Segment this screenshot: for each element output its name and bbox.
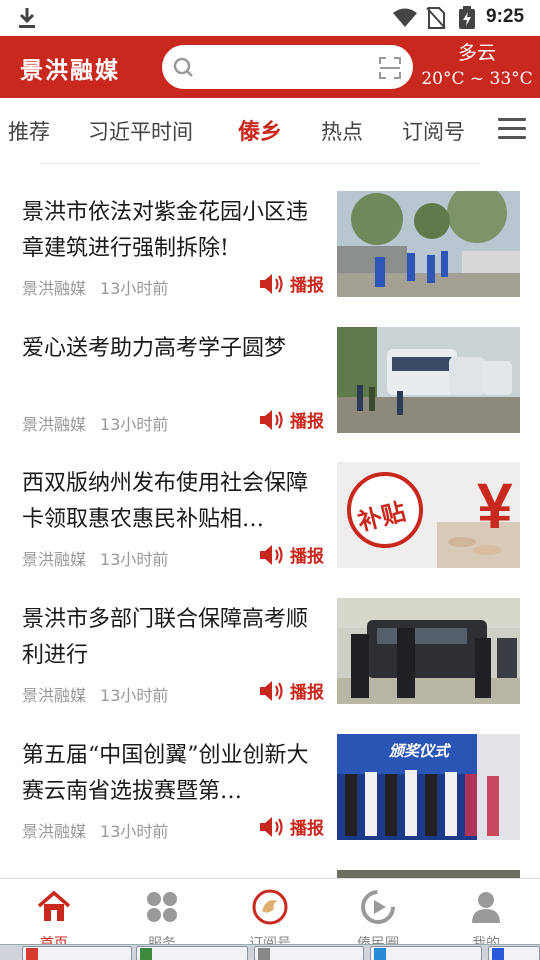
bottom-nav: 首页 服务 订阅号 傣民圈 我的 [0, 878, 540, 952]
speaker-icon [260, 816, 283, 837]
news-time: 13小时前 [100, 822, 169, 841]
download-icon [19, 8, 35, 28]
hamburger-menu-icon[interactable] [498, 118, 526, 140]
news-meta: 景洪融媒 13小时前 [22, 818, 168, 842]
taskbar-item[interactable] [22, 946, 132, 960]
news-time: 13小时前 [100, 550, 169, 569]
broadcast-button[interactable]: 播报 [258, 678, 324, 703]
user-icon [472, 892, 500, 923]
app-logo: 景洪融媒 [20, 58, 120, 84]
news-item-partial[interactable] [337, 870, 520, 878]
news-source: 景洪融媒 [22, 686, 87, 705]
broadcast-label: 播报 [290, 412, 324, 432]
news-source: 景洪融媒 [22, 279, 87, 298]
news-meta: 景洪融媒 13小时前 [22, 275, 168, 299]
news-title[interactable]: 第五届“中国创翼”创业创新大赛云南省选拔赛暨第… [22, 738, 328, 810]
tab-recommend[interactable]: 推荐 [8, 116, 50, 146]
news-thumbnail[interactable] [337, 598, 520, 704]
news-time: 13小时前 [100, 279, 169, 298]
news-source: 景洪融媒 [22, 415, 87, 434]
broadcast-button[interactable]: 播报 [258, 542, 324, 567]
services-icon [147, 892, 177, 922]
news-item[interactable]: 景洪市多部门联合保障高考顺利进行 景洪融媒 13小时前 播报 [0, 598, 540, 734]
news-title[interactable]: 爱心送考助力高考学子圆梦 [22, 331, 328, 367]
divider [40, 163, 480, 164]
broadcast-label: 播报 [290, 547, 324, 567]
speaker-icon [260, 680, 283, 701]
tab-daixiang[interactable]: 傣乡 [238, 114, 282, 146]
speaker-icon [260, 544, 283, 565]
speaker-icon [260, 409, 283, 430]
taskbar-item[interactable] [254, 946, 364, 960]
scan-icon[interactable] [378, 56, 402, 80]
news-thumbnail[interactable]: ¥ 补贴 [337, 462, 520, 568]
battery-charging-icon [459, 6, 475, 29]
nav-services[interactable]: 服务 [108, 879, 216, 952]
nav-home[interactable]: 首页 [0, 879, 108, 952]
news-thumbnail[interactable] [337, 191, 520, 297]
subscription-icon [252, 889, 288, 925]
news-title[interactable]: 景洪市多部门联合保障高考顺利进行 [22, 602, 328, 674]
award-ceremony-text: 颁奖仪式 [389, 742, 450, 760]
svg-text:¥: ¥ [477, 470, 513, 542]
circle-play-icon [361, 890, 395, 924]
news-source: 景洪融媒 [22, 822, 87, 841]
weather-temperature: 20°C ~ 33°C [421, 69, 533, 89]
news-item[interactable]: 景洪市依法对紫金花园小区违章建筑进行强制拆除! 景洪融媒 13小时前 播报 [0, 191, 540, 327]
no-sim-icon [426, 7, 446, 29]
news-source: 景洪融媒 [22, 550, 87, 569]
nav-subscription[interactable]: 订阅号 [216, 879, 324, 952]
news-thumbnail[interactable]: 颁奖仪式 [337, 734, 520, 840]
news-time: 13小时前 [100, 686, 169, 705]
nav-dai-circle[interactable]: 傣民圈 [324, 879, 432, 952]
broadcast-button[interactable]: 播报 [258, 407, 324, 432]
tab-hot[interactable]: 热点 [321, 116, 363, 146]
news-title[interactable]: 景洪市依法对紫金花园小区违章建筑进行强制拆除! [22, 195, 328, 267]
taskbar-item[interactable] [488, 946, 540, 960]
wifi-icon [393, 8, 417, 27]
news-time: 13小时前 [100, 415, 169, 434]
clock: 9:25 [486, 6, 525, 27]
broadcast-label: 播报 [290, 683, 324, 703]
weather-widget[interactable]: 多云 20°C ~ 33°C [414, 40, 540, 92]
host-taskbar [0, 944, 540, 960]
category-tabs: 推荐 习近平时间 傣乡 热点 订阅号 [0, 98, 540, 164]
broadcast-button[interactable]: 播报 [258, 814, 324, 839]
search-bar[interactable] [162, 45, 413, 89]
broadcast-button[interactable]: 播报 [258, 271, 324, 296]
news-item[interactable]: 第五届“中国创翼”创业创新大赛云南省选拔赛暨第… 景洪融媒 13小时前 播报 颁奖… [0, 734, 540, 870]
status-bar: 9:25 [0, 0, 540, 36]
speaker-icon [260, 273, 283, 294]
news-title[interactable]: 西双版纳州发布使用社会保障卡领取惠农惠民补贴相… [22, 466, 328, 538]
search-input[interactable] [202, 53, 362, 81]
news-thumbnail[interactable] [337, 327, 520, 433]
taskbar-item[interactable] [136, 946, 248, 960]
news-meta: 景洪融媒 13小时前 [22, 682, 168, 706]
app-header: 景洪融媒 多云 20°C ~ 33°C [0, 36, 540, 98]
news-meta: 景洪融媒 13小时前 [22, 546, 168, 570]
broadcast-label: 播报 [290, 276, 324, 296]
broadcast-label: 播报 [290, 819, 324, 839]
taskbar-item[interactable] [370, 946, 482, 960]
news-item[interactable]: 爱心送考助力高考学子圆梦 景洪融媒 13小时前 播报 [0, 327, 540, 463]
nav-profile[interactable]: 我的 [432, 879, 540, 952]
weather-condition: 多云 [457, 42, 496, 64]
search-icon [173, 57, 193, 77]
tab-subscription[interactable]: 订阅号 [402, 116, 465, 146]
tab-xi-time[interactable]: 习近平时间 [88, 116, 193, 146]
news-item[interactable]: 西双版纳州发布使用社会保障卡领取惠农惠民补贴相… 景洪融媒 13小时前 播报 ¥ … [0, 462, 540, 598]
news-meta: 景洪融媒 13小时前 [22, 411, 168, 435]
home-icon [37, 890, 71, 921]
